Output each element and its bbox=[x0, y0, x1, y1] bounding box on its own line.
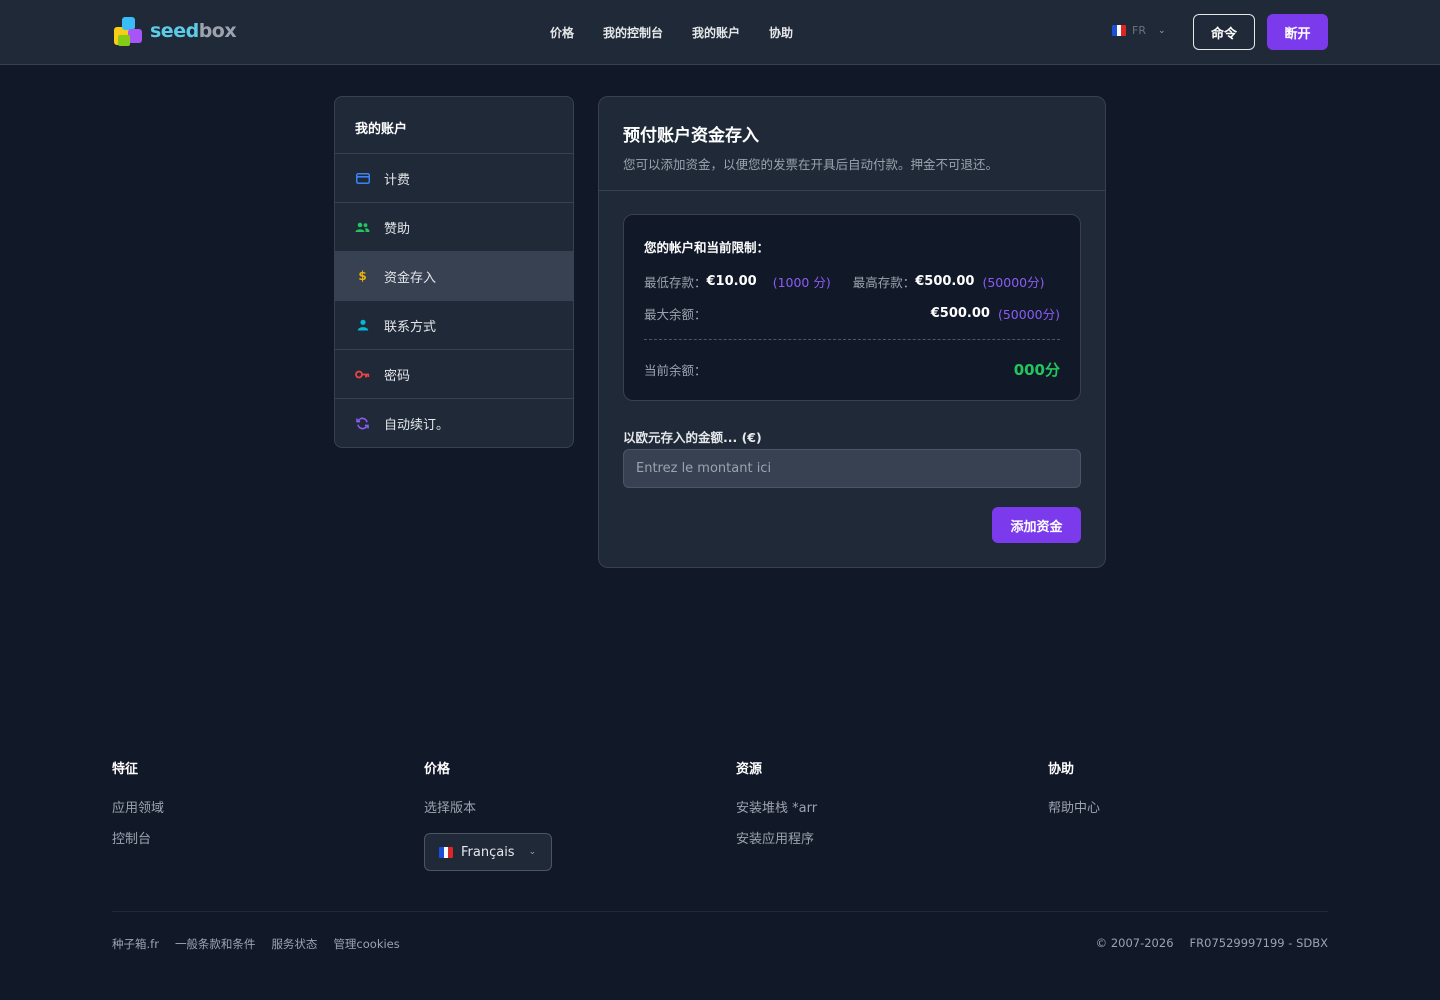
account-limits-card: 您的帐户和当前限制： 最低存款： €10.00 (1000 分) 最高存款： €… bbox=[623, 214, 1081, 401]
sidebar-item-label: 密码 bbox=[384, 368, 411, 384]
max-balance-label: 最大余额： bbox=[644, 306, 707, 322]
logo-wordmark: seedbox bbox=[150, 20, 237, 42]
max-deposit-cents: (50000分) bbox=[982, 274, 1045, 290]
footer-col-title: 协助 bbox=[1048, 762, 1075, 777]
footer-link[interactable]: 安装应用程序 bbox=[736, 828, 1016, 847]
footer-col-features: 特征 应用领域 控制台 bbox=[112, 758, 392, 859]
users-icon bbox=[355, 222, 370, 233]
panel-header: 预付账户资金存入 您可以添加资金，以便您的发票在开具后自动付款。押金不可退还。 bbox=[599, 97, 1105, 191]
refresh-icon bbox=[355, 417, 370, 430]
footer-link-status[interactable]: 服务状态 bbox=[271, 936, 317, 952]
sidebar-item-label: 联系方式 bbox=[384, 319, 437, 335]
page-subtitle: 您可以添加资金，以便您的发票在开具后自动付款。押金不可退还。 bbox=[623, 157, 999, 172]
current-balance-row: 当前余额： 000分 bbox=[644, 359, 1060, 380]
sidebar-item-deposit[interactable]: $ 资金存入 bbox=[335, 252, 573, 301]
footer-col-resources: 资源 安装堆栈 *arr 安装应用程序 bbox=[736, 758, 1016, 859]
sidebar-item-auto-renew[interactable]: 自动续订。 bbox=[335, 399, 573, 447]
main-nav: 价格 我的控制台 我的账户 协助 bbox=[550, 24, 793, 41]
max-balance-value: €500.00 bbox=[930, 305, 990, 321]
sidebar-item-password[interactable]: 密码 bbox=[335, 350, 573, 399]
credit-card-icon bbox=[355, 172, 370, 184]
footer-col-title: 价格 bbox=[424, 762, 451, 777]
amount-input[interactable] bbox=[623, 449, 1081, 488]
footer-link-home[interactable]: 种子箱.fr bbox=[112, 936, 159, 952]
sidebar-title: 我的账户 bbox=[335, 97, 573, 154]
logout-button[interactable]: 断开 bbox=[1267, 14, 1328, 50]
footer-link-terms[interactable]: 一般条款和条件 bbox=[175, 936, 256, 952]
current-balance-label: 当前余额： bbox=[644, 363, 707, 378]
footer-link-cookies[interactable]: 管理cookies bbox=[333, 936, 399, 952]
company-id-text: FR07529997199 - SDBX bbox=[1189, 936, 1328, 950]
sidebar-item-label: 自动续订。 bbox=[384, 418, 450, 433]
footer-legal: © 2007-2026 FR07529997199 - SDBX bbox=[1096, 936, 1328, 950]
nav-dashboard[interactable]: 我的控制台 bbox=[603, 24, 663, 41]
add-funds-button[interactable]: 添加资金 bbox=[992, 507, 1081, 543]
language-label: Français bbox=[461, 844, 515, 860]
footer-bottom-links: 种子箱.fr 一般条款和条件 服务状态 管理cookies bbox=[112, 936, 400, 952]
footer-col-pricing: 价格 选择版本 bbox=[424, 758, 704, 828]
language-code: FR bbox=[1132, 24, 1146, 37]
limits-divider bbox=[644, 339, 1060, 340]
dollar-icon: $ bbox=[358, 269, 367, 283]
footer-divider bbox=[112, 911, 1328, 912]
order-button[interactable]: 命令 bbox=[1193, 14, 1255, 50]
footer-col-title: 资源 bbox=[736, 762, 763, 777]
nav-pricing[interactable]: 价格 bbox=[550, 24, 574, 41]
sidebar-item-label: 资金存入 bbox=[384, 270, 437, 286]
limits-title: 您的帐户和当前限制： bbox=[644, 240, 770, 255]
top-bar: seedbox 价格 我的控制台 我的账户 协助 FR ⌄ 命令 断开 bbox=[0, 0, 1440, 65]
footer-language-select[interactable]: Français ⌄ bbox=[424, 833, 552, 871]
footer-link[interactable]: 选择版本 bbox=[424, 797, 704, 816]
language-picker[interactable]: FR ⌄ bbox=[1112, 24, 1166, 37]
current-balance-value: 000分 bbox=[1013, 361, 1060, 379]
footer-link[interactable]: 应用领域 bbox=[112, 797, 392, 816]
nav-account[interactable]: 我的账户 bbox=[692, 24, 740, 41]
copyright-text: © 2007-2026 bbox=[1095, 936, 1174, 950]
min-deposit-cents: (1000 分) bbox=[772, 274, 831, 290]
deposit-limits-row: 最低存款： €10.00 (1000 分) 最高存款： €500.00 (500… bbox=[644, 273, 1060, 290]
sidebar-item-billing[interactable]: 计费 bbox=[335, 154, 573, 203]
footer-link[interactable]: 控制台 bbox=[112, 828, 392, 847]
seedbox-logo[interactable]: seedbox bbox=[114, 15, 237, 47]
user-icon bbox=[355, 319, 370, 331]
chevron-down-icon: ⌄ bbox=[1157, 25, 1166, 36]
footer-col-title: 特征 bbox=[112, 762, 139, 777]
nav-help[interactable]: 协助 bbox=[769, 24, 793, 41]
deposit-panel: 预付账户资金存入 您可以添加资金，以便您的发票在开具后自动付款。押金不可退还。 … bbox=[598, 96, 1106, 568]
sidebar-item-sponsorship[interactable]: 赞助 bbox=[335, 203, 573, 252]
max-deposit-value: €500.00 bbox=[915, 273, 975, 289]
min-deposit-value: €10.00 bbox=[706, 273, 757, 289]
sidebar-item-label: 计费 bbox=[384, 172, 411, 188]
min-deposit-label: 最低存款： bbox=[644, 274, 707, 290]
france-flag-icon bbox=[1112, 25, 1126, 36]
sidebar-item-contact[interactable]: 联系方式 bbox=[335, 301, 573, 350]
max-balance-row: 最大余额： €500.00 (50000分) bbox=[644, 305, 1060, 322]
max-deposit-label: 最高存款： bbox=[852, 274, 916, 290]
logo-cubes-icon bbox=[114, 15, 148, 47]
amount-label: 以欧元存入的金额... (€) bbox=[623, 430, 762, 445]
account-sidebar: 我的账户 计费 赞助 $ 资金存入 联系方式 密码 自动续订。 bbox=[334, 96, 574, 448]
footer-col-help: 协助 帮助中心 bbox=[1048, 758, 1328, 828]
max-balance-cents: (50000分) bbox=[997, 306, 1060, 322]
key-icon bbox=[355, 370, 370, 379]
page-title: 预付账户资金存入 bbox=[623, 126, 759, 146]
footer-link[interactable]: 帮助中心 bbox=[1048, 797, 1328, 816]
chevron-down-icon: ⌄ bbox=[528, 847, 537, 857]
france-flag-icon bbox=[439, 846, 453, 858]
sidebar-item-label: 赞助 bbox=[384, 221, 411, 237]
footer-link[interactable]: 安装堆栈 *arr bbox=[736, 797, 1016, 816]
